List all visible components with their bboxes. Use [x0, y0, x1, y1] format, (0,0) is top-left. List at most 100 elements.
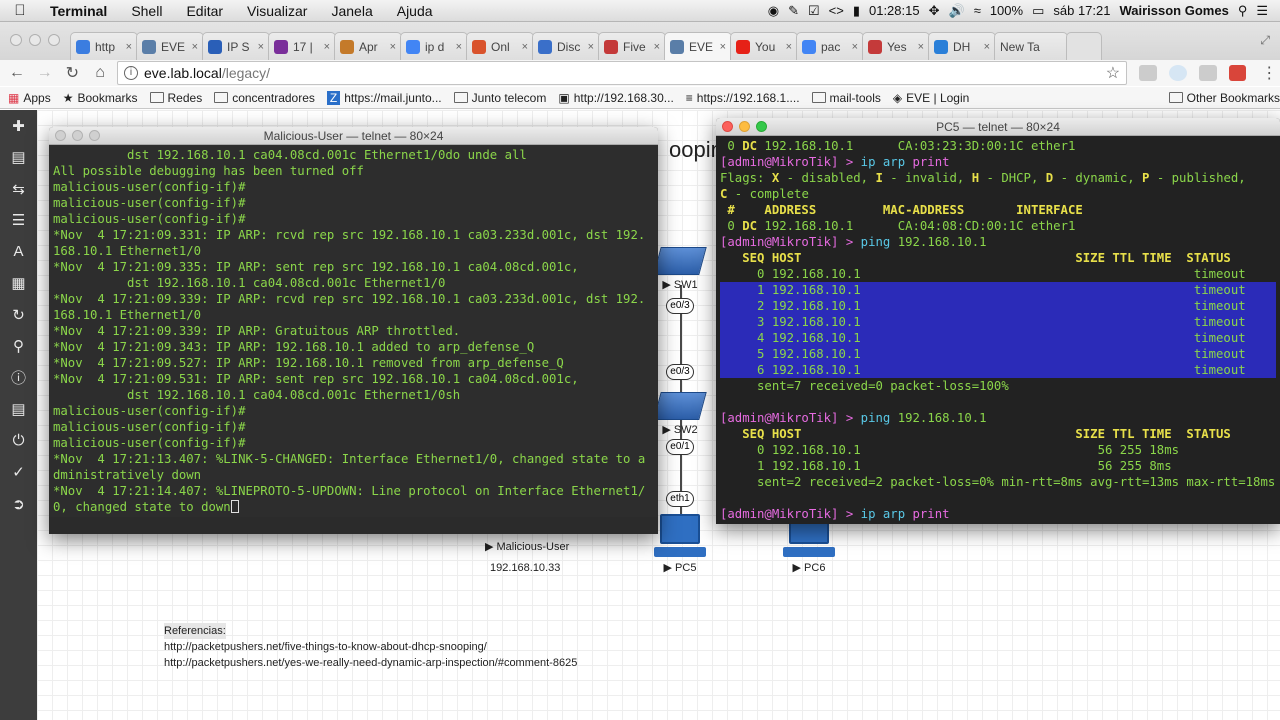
chrome-menu-icon[interactable]: ⋮ [1258, 63, 1280, 83]
tab-close-icon[interactable]: × [456, 41, 462, 53]
cast-extension-icon[interactable] [1139, 65, 1157, 81]
battery-status-icon[interactable]: ▮ [853, 3, 860, 19]
reference-link-1[interactable]: http://packetpushers.net/five-things-to-… [164, 639, 577, 655]
minimize-window-button[interactable] [29, 34, 41, 46]
gmail-extension-icon[interactable] [1228, 65, 1247, 81]
skype-extension-icon[interactable] [1168, 65, 1187, 81]
browser-tab[interactable]: IP S × [202, 32, 270, 60]
power-icon[interactable]: ⏻ [0, 425, 37, 457]
bookmark-item[interactable]: mail-tools [811, 91, 881, 105]
zoom-terminal-button[interactable] [756, 121, 767, 132]
browser-tab[interactable]: DH × [928, 32, 996, 60]
terminal-title-bar[interactable]: Malicious-User — telnet — 80×24 [49, 127, 658, 145]
tab-close-icon[interactable]: × [192, 41, 198, 53]
tab-close-icon[interactable]: × [654, 41, 660, 53]
terminal-output[interactable]: 0 DC 192.168.10.1 CA:03:23:3D:00:1C ethe… [716, 136, 1280, 524]
zoom-window-button[interactable] [48, 34, 60, 46]
spotlight-search-icon[interactable]: ⚲ [1238, 3, 1248, 19]
new-tab-button[interactable] [1066, 32, 1102, 60]
lab-info-icon[interactable]: ⓘ [0, 362, 37, 394]
notification-center-icon[interactable]: ☰ [1256, 3, 1268, 19]
menu-shell[interactable]: Shell [119, 3, 174, 19]
menu-visualizar[interactable]: Visualizar [235, 3, 319, 19]
text-icon[interactable]: A [0, 236, 37, 268]
close-window-button[interactable] [10, 34, 22, 46]
tab-close-icon[interactable]: × [588, 41, 594, 53]
terminal-output[interactable]: dst 192.168.10.1 ca04.08cd.001c Ethernet… [49, 145, 658, 517]
tab-close-icon[interactable]: × [258, 41, 264, 53]
bookmark-item[interactable]: ≡ https://192.168.1.... [686, 91, 800, 105]
minimize-terminal-button[interactable] [72, 130, 83, 141]
tab-close-icon[interactable]: × [720, 41, 726, 53]
menu-ajuda[interactable]: Ajuda [385, 3, 445, 19]
reference-link-2[interactable]: http://packetpushers.net/yes-we-really-n… [164, 655, 577, 671]
browser-tab[interactable]: Yes × [862, 32, 930, 60]
volume-icon[interactable]: 🔊 [949, 3, 965, 19]
checkmark-icon[interactable]: ☑ [808, 3, 820, 19]
tab-close-icon[interactable]: × [126, 41, 132, 53]
other-bookmarks-folder[interactable]: Other Bookmarks [1168, 91, 1280, 105]
tab-close-icon[interactable]: × [522, 41, 528, 53]
lab-details-icon[interactable]: ▤ [0, 394, 37, 426]
browser-tab[interactable]: Onl × [466, 32, 534, 60]
startup-configs-icon[interactable]: ☰ [0, 205, 37, 237]
terminal-window-malicious-user[interactable]: Malicious-User — telnet — 80×24 dst 192.… [49, 127, 658, 534]
terminal-window-pc5[interactable]: PC5 — telnet — 80×24 0 DC 192.168.10.1 C… [716, 118, 1280, 524]
bookmark-item[interactable]: ★ Bookmarks [63, 91, 138, 105]
refresh-icon[interactable]: ↻ [0, 299, 37, 331]
bookmark-item[interactable]: Zhttps://mail.junto... [326, 90, 442, 105]
logout-icon[interactable]: ➲ [0, 488, 37, 520]
node-sw2[interactable]: ▶ SW2 [653, 392, 707, 436]
terminal-title-bar[interactable]: PC5 — telnet — 80×24 [716, 118, 1280, 136]
tab-close-icon[interactable]: × [390, 41, 396, 53]
menubar-user[interactable]: Wairisson Gomes [1119, 3, 1228, 18]
site-info-icon[interactable]: i [124, 66, 138, 80]
menu-editar[interactable]: Editar [174, 3, 235, 19]
menu-janela[interactable]: Janela [319, 3, 384, 19]
node-sw1[interactable]: ▶ SW1 [653, 247, 707, 291]
more-actions-icon[interactable]: ▦ [0, 268, 37, 300]
nodes-icon[interactable]: ▤ [0, 142, 37, 174]
tab-close-icon[interactable]: × [786, 41, 792, 53]
browser-tab[interactable]: pac × [796, 32, 864, 60]
address-bar[interactable]: i eve.lab.local/legacy/ ☆ [117, 61, 1128, 85]
node-malicious-user[interactable]: ▶ Malicious-User [485, 540, 569, 553]
menu-app-terminal[interactable]: Terminal [40, 3, 119, 19]
browser-tab[interactable]: ip d × [400, 32, 468, 60]
home-button[interactable]: ⌂ [89, 64, 111, 82]
browser-tab[interactable]: http × [70, 32, 138, 60]
add-object-icon[interactable]: ✚ [0, 110, 37, 142]
back-button[interactable]: ← [6, 64, 28, 82]
browser-tab[interactable]: Apr × [334, 32, 402, 60]
bookmark-item[interactable]: Junto telecom [453, 91, 546, 105]
zoom-icon[interactable]: ⚲ [0, 331, 37, 363]
apple-menu-icon[interactable]:  [0, 2, 40, 19]
close-terminal-button[interactable] [55, 130, 66, 141]
networks-icon[interactable]: ⇆ [0, 173, 37, 205]
record-icon[interactable]: ◉ [768, 3, 779, 19]
browser-tab[interactable]: You × [730, 32, 798, 60]
battery-icon[interactable]: ▭ [1032, 3, 1044, 19]
extension-icon[interactable] [1198, 65, 1217, 81]
bookmark-item[interactable]: Redes [149, 91, 202, 105]
menubar-clock[interactable]: sáb 17:21 [1053, 3, 1110, 18]
minimize-terminal-button[interactable] [739, 121, 750, 132]
wifi-icon[interactable]: ≈ [974, 3, 981, 18]
node-pc5[interactable]: ▶ PC5 [654, 514, 706, 574]
lock-icon[interactable]: ✓ [0, 457, 37, 489]
code-icon[interactable]: <> [829, 3, 844, 18]
zoom-terminal-button[interactable] [89, 130, 100, 141]
tab-close-icon[interactable]: × [852, 41, 858, 53]
bookmark-item[interactable]: concentradores [214, 91, 315, 105]
bookmark-star-icon[interactable]: ☆ [1106, 63, 1120, 83]
tab-close-icon[interactable]: × [984, 41, 990, 53]
browser-tab[interactable]: EVE × [136, 32, 204, 60]
evernote-icon[interactable]: ✎ [788, 3, 799, 19]
fullscreen-icon[interactable]: ⤢ [1260, 33, 1270, 48]
browser-tab[interactable]: 17 | × [268, 32, 336, 60]
move-icon[interactable]: ✥ [929, 3, 940, 19]
bookmark-item[interactable]: ▣ http://192.168.30... [558, 91, 673, 105]
tab-close-icon[interactable]: × [918, 41, 924, 53]
bookmark-item[interactable]: ◈ EVE | Login [893, 91, 969, 105]
tab-new-tab[interactable]: New Ta [994, 32, 1068, 60]
